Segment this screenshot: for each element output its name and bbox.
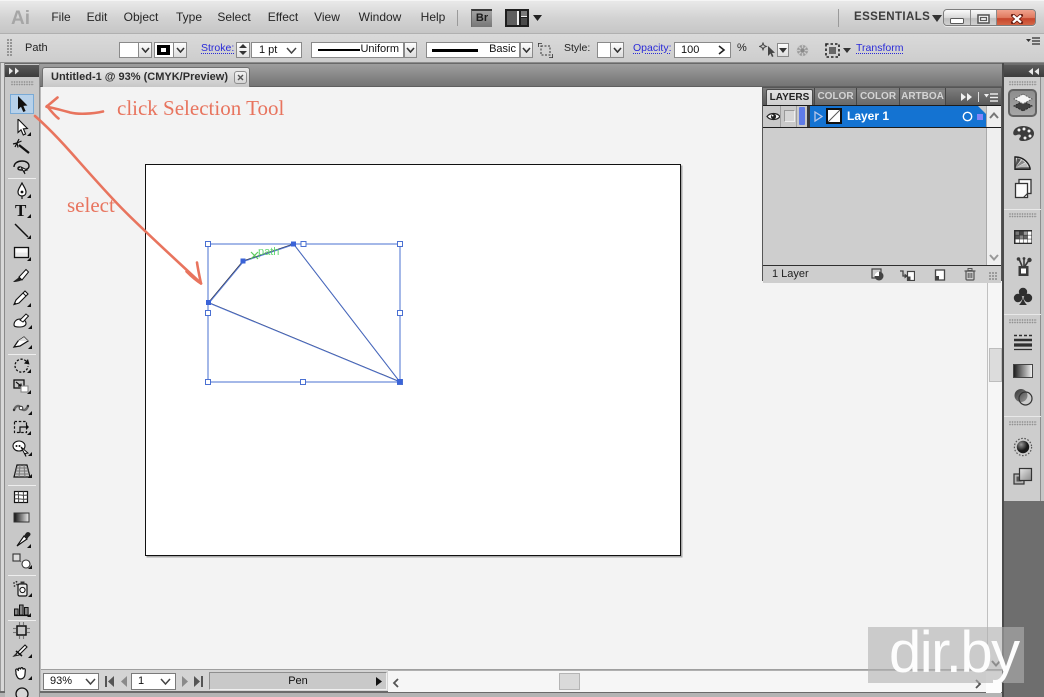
svg-text:path: path [258, 246, 279, 258]
svg-text:click Selection Tool: click Selection Tool [117, 96, 284, 120]
svg-text:select: select [67, 193, 115, 217]
